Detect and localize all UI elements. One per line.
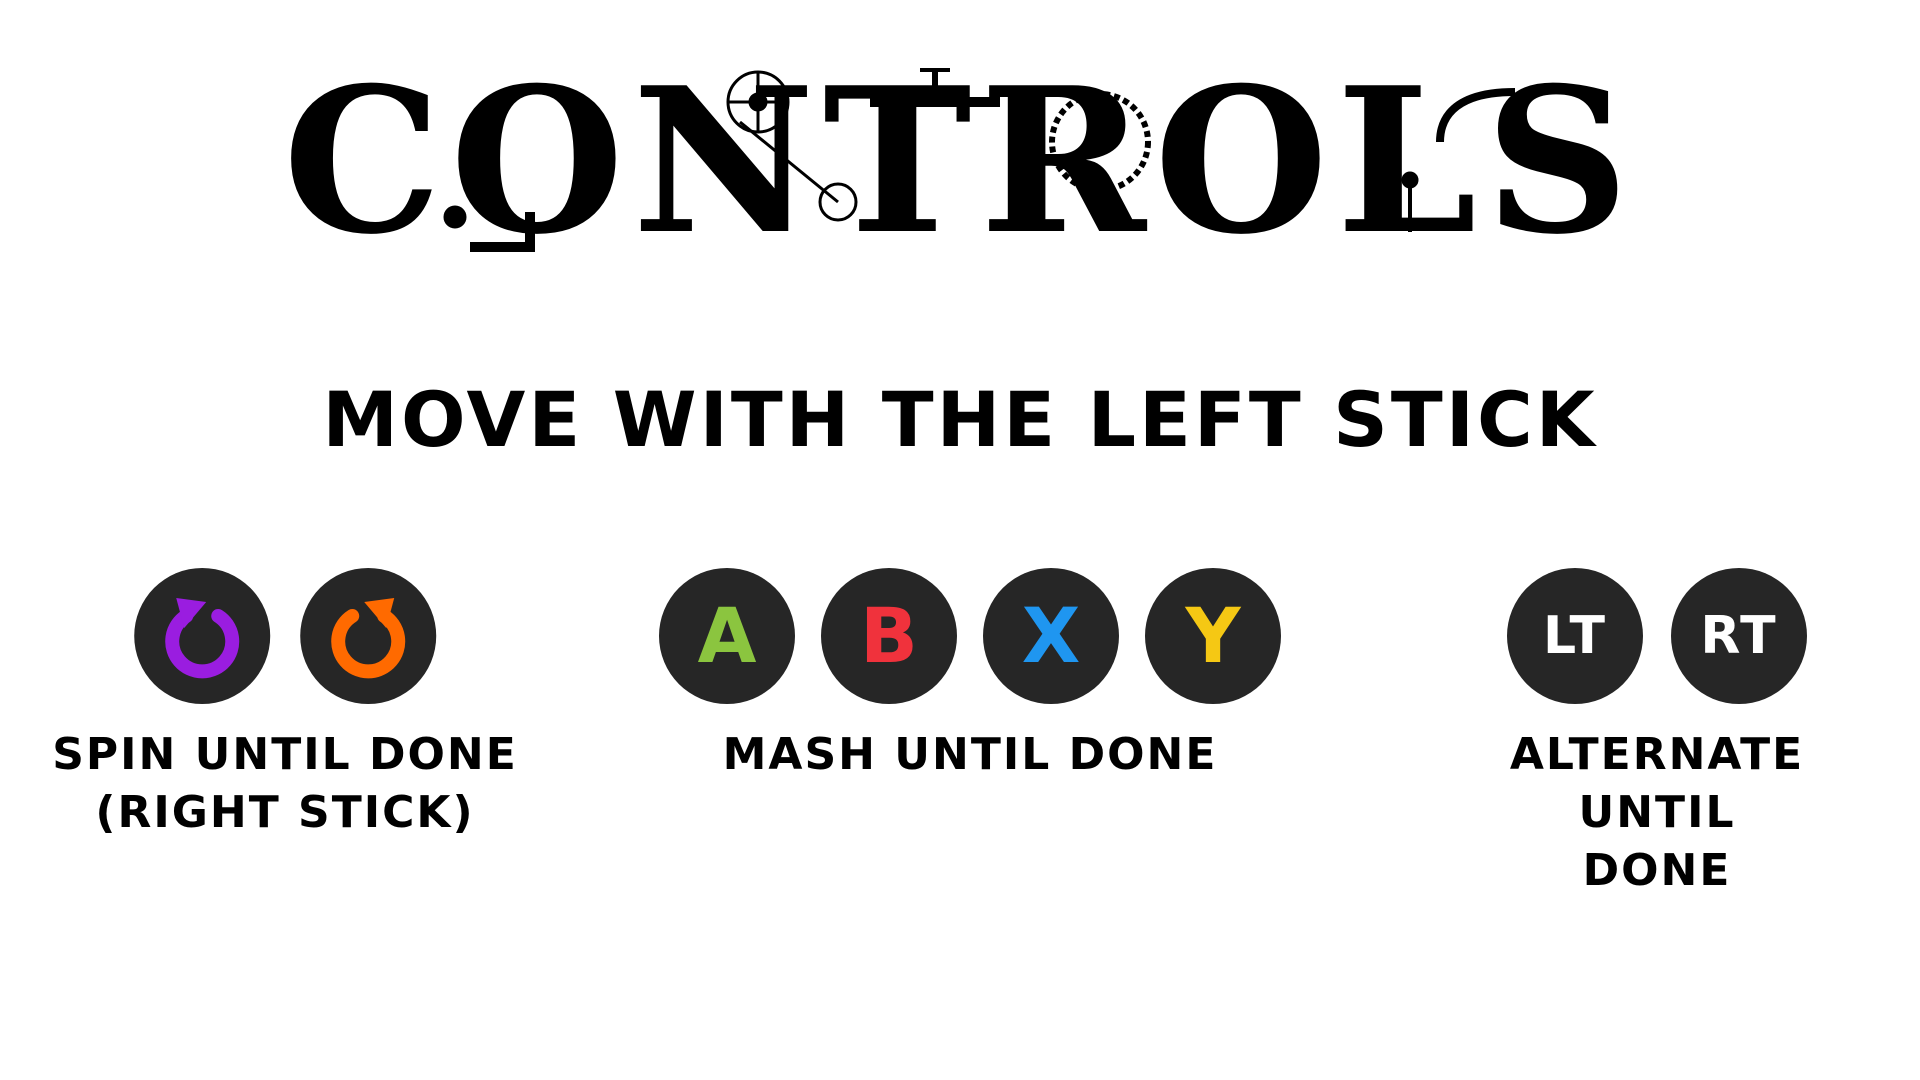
b-button-label: B (860, 591, 918, 680)
spin-control-group: SPIN UNTIL DONE (RIGHT STICK) (52, 568, 518, 842)
counterclockwise-rotate-icon (331, 598, 405, 679)
trigger-buttons: LT RT (1507, 568, 1807, 704)
mash-caption: MASH UNTIL DONE (722, 729, 1218, 780)
x-button-label: X (1021, 591, 1081, 680)
rt-button-label: RT (1700, 606, 1778, 666)
a-button: A (659, 568, 795, 704)
lt-button-label: LT (1543, 606, 1607, 666)
y-button-label: Y (1185, 591, 1241, 680)
clockwise-rotate-icon (165, 598, 239, 679)
move-instruction: MOVE WITH THE LEFT STICK (322, 375, 1598, 464)
title-banner: CONTROLS (0, 62, 1920, 262)
clockwise-button (134, 568, 270, 704)
lt-button: LT (1507, 568, 1643, 704)
counterclockwise-button (300, 568, 436, 704)
rt-button: RT (1671, 568, 1807, 704)
face-buttons: A B X Y (659, 568, 1281, 704)
spin-caption: SPIN UNTIL DONE (RIGHT STICK) (52, 729, 518, 838)
x-button: X (983, 568, 1119, 704)
a-button-label: A (697, 591, 757, 680)
spin-icons (134, 568, 436, 704)
alternate-control-group: LT RT ALTERNATE UNTIL DONE (1507, 568, 1807, 900)
page-title: CONTROLS (282, 44, 1638, 279)
b-button: B (821, 568, 957, 704)
y-button: Y (1145, 568, 1281, 704)
alternate-caption: ALTERNATE UNTIL DONE (1509, 729, 1805, 896)
mash-control-group: A B X Y MASH UNTIL DONE (659, 568, 1281, 784)
